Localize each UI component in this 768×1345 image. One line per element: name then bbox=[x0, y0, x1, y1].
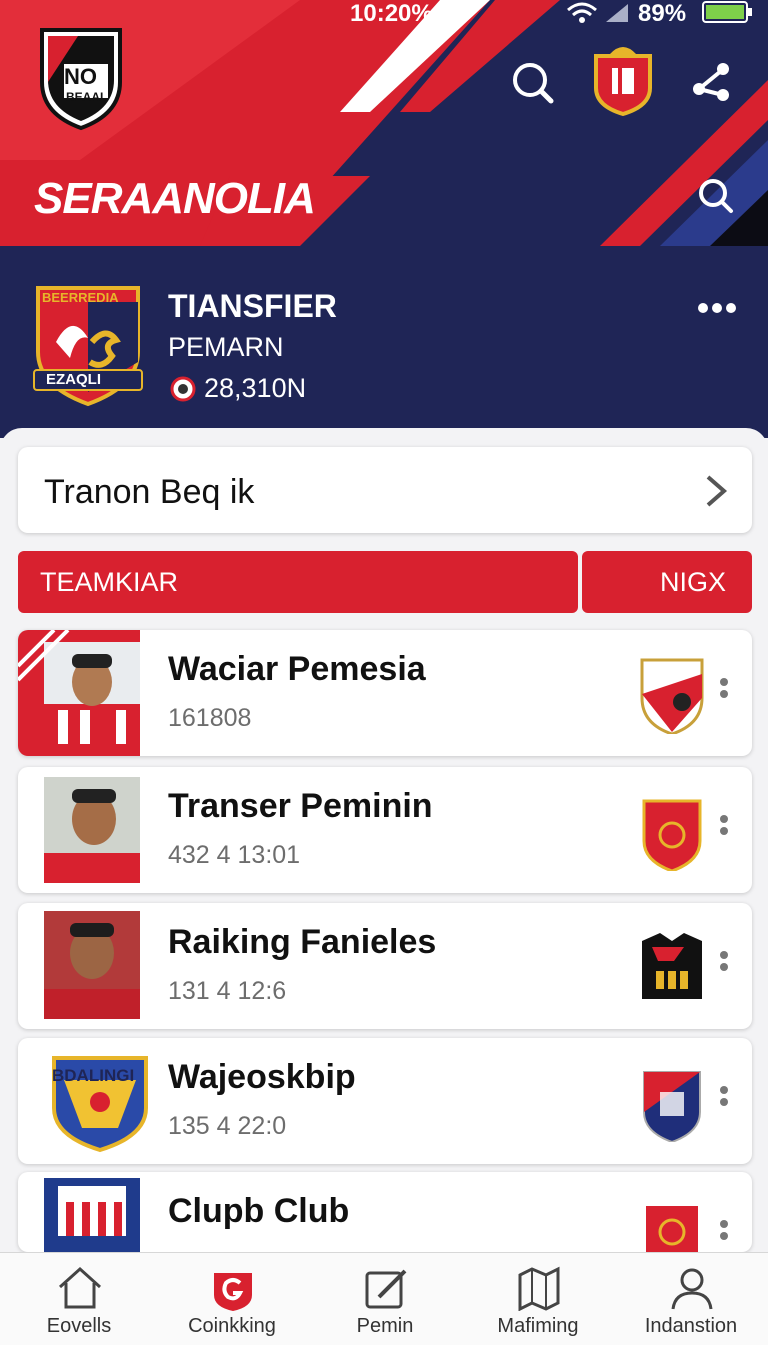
more-vertical-icon[interactable] bbox=[712, 674, 736, 714]
search-icon bbox=[513, 63, 554, 104]
more-vertical-icon[interactable] bbox=[712, 1082, 736, 1122]
breaking-news-card[interactable]: Tranon Beq ik bbox=[18, 447, 752, 533]
tab-nigx-label: NIGX bbox=[659, 567, 726, 597]
player-photo bbox=[18, 630, 140, 756]
nav-label: Eovells bbox=[46, 1315, 112, 1337]
signal-icon bbox=[606, 4, 628, 22]
g-badge-icon bbox=[214, 1273, 252, 1311]
club-badge-icon bbox=[643, 1071, 701, 1142]
nav-item-pemin[interactable]: Pemin bbox=[308, 1253, 462, 1345]
tab-nigx[interactable]: NIGX bbox=[582, 551, 752, 613]
team-crest-ribbon: EZAQLI bbox=[46, 371, 101, 388]
nav-label: Indanstion bbox=[644, 1315, 738, 1337]
battery-percentage: 89% bbox=[638, 0, 687, 27]
battery-icon bbox=[702, 1, 752, 23]
list-item[interactable]: BDALINGI Wajeoskbip 135 4 22:0 bbox=[18, 1038, 752, 1164]
nav-label: Pemin bbox=[356, 1315, 414, 1337]
club-logo-subtext: BEAAI bbox=[66, 90, 104, 104]
item-title: Clupb Club bbox=[168, 1192, 350, 1230]
search-icon bbox=[699, 179, 733, 213]
club-badge-icon bbox=[646, 1206, 698, 1252]
share-button[interactable] bbox=[686, 56, 736, 106]
hero-header: 10:20% 89% NO BEAAI SERAANOLIA BEERREDIA… bbox=[0, 0, 768, 438]
more-horizontal-icon bbox=[698, 303, 736, 313]
search-button[interactable] bbox=[504, 54, 560, 110]
item-title: Transer Peminin bbox=[168, 787, 433, 825]
list-item[interactable]: Transer Peminin 432 4 13:01 bbox=[18, 767, 752, 893]
tab-teamkiar-label: TEAMKIAR bbox=[40, 567, 179, 597]
league-emblem-icon[interactable] bbox=[590, 40, 656, 116]
club-logo-text: NO bbox=[64, 64, 97, 89]
more-options-button[interactable] bbox=[692, 290, 742, 326]
coin-icon bbox=[170, 376, 196, 402]
nav-item-eovells[interactable]: Eovells bbox=[2, 1253, 156, 1345]
tab-teamkiar[interactable]: TEAMKIAR bbox=[18, 551, 578, 613]
club-crest-thumb bbox=[48, 1038, 152, 1164]
club-badge-icon bbox=[642, 799, 702, 871]
item-subtitle: 135 4 22:0 bbox=[168, 1112, 287, 1140]
item-title: Raiking Fanieles bbox=[168, 923, 437, 961]
team-crest-text: BEERREDIA bbox=[42, 290, 119, 305]
secondary-search-button[interactable] bbox=[690, 170, 740, 220]
map-icon bbox=[518, 1266, 560, 1311]
status-time: 10:20% bbox=[350, 0, 433, 27]
more-vertical-icon[interactable] bbox=[712, 1216, 736, 1252]
chevron-right-icon bbox=[706, 475, 728, 507]
club-badge-icon bbox=[640, 658, 704, 734]
home-icon bbox=[58, 1266, 102, 1309]
wifi-icon bbox=[567, 2, 597, 23]
list-item[interactable]: Waciar Pemesia 161808 bbox=[18, 630, 752, 756]
edit-icon bbox=[365, 1269, 407, 1309]
nav-item-indanstion[interactable]: Indanstion bbox=[614, 1253, 768, 1345]
nav-label: Mafiming bbox=[497, 1315, 579, 1337]
breaking-news-label: Tranon Beq ik bbox=[44, 473, 255, 511]
item-title: Wajeoskbip bbox=[168, 1058, 356, 1096]
team-subtitle: PEMARN bbox=[168, 332, 284, 362]
club-crest-thumb-text: BDALINGI bbox=[52, 1066, 135, 1085]
share-icon bbox=[693, 63, 729, 101]
nav-item-coinkking[interactable]: Coinkking bbox=[155, 1253, 309, 1345]
castle-badge-icon bbox=[642, 933, 702, 999]
app-title: SERAANOLIA bbox=[34, 174, 316, 223]
profile-icon bbox=[671, 1268, 713, 1310]
player-photo bbox=[44, 767, 140, 893]
nav-item-mafiming[interactable]: Mafiming bbox=[461, 1253, 615, 1345]
team-value: 28,310N bbox=[204, 373, 307, 403]
more-vertical-icon[interactable] bbox=[712, 811, 736, 851]
item-subtitle: 432 4 13:01 bbox=[168, 841, 301, 869]
team-name: TIANSFIER bbox=[168, 288, 337, 324]
bottom-navigation: Eovells Coinkking Pemin Mafiming Indanst… bbox=[0, 1252, 768, 1345]
item-title: Waciar Pemesia bbox=[168, 650, 426, 688]
item-subtitle: 161808 bbox=[168, 704, 252, 732]
list-item[interactable]: Raiking Fanieles 131 4 12:6 bbox=[18, 903, 752, 1029]
item-subtitle: 131 4 12:6 bbox=[168, 977, 287, 1005]
nav-label: Coinkking bbox=[188, 1315, 276, 1337]
player-photo bbox=[44, 903, 140, 1029]
more-vertical-icon[interactable] bbox=[712, 947, 736, 987]
club-crest-thumb bbox=[44, 1172, 140, 1252]
list-item[interactable]: Clupb Club bbox=[18, 1172, 752, 1252]
